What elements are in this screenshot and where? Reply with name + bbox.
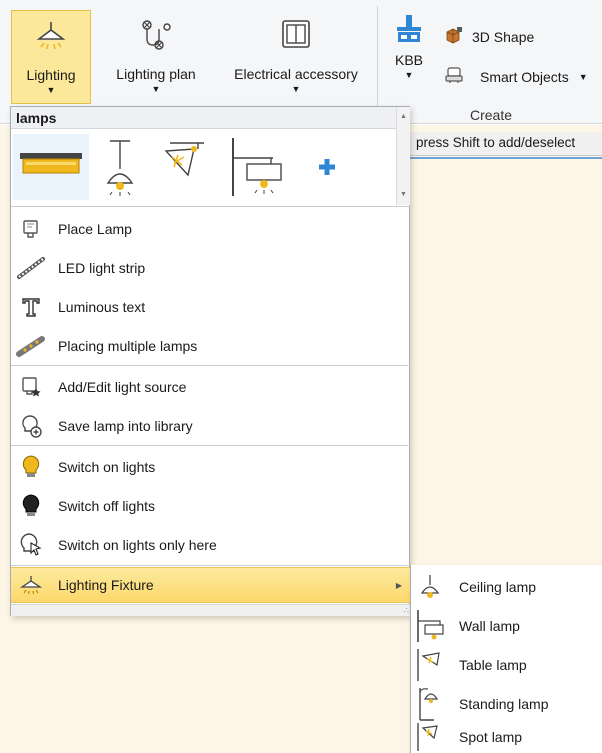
- submenu-label: Ceiling lamp: [459, 578, 537, 595]
- ceiling-lamp-icon: [11, 568, 51, 602]
- add-icon[interactable]: [307, 134, 347, 200]
- switch-on-lights-item[interactable]: Switch on lights: [11, 447, 410, 486]
- placing-multiple-lamps-item[interactable]: Placing multiple lamps: [11, 326, 410, 365]
- gallery-scrollbar[interactable]: ▲ ▼: [396, 107, 410, 205]
- chevron-down-icon: ▼: [46, 85, 56, 95]
- lighting-dropdown: lamps ▲ ▼ Place Lamp LED light strip Lum…: [10, 106, 410, 616]
- save-lamp-icon: [11, 406, 51, 445]
- flat-ceiling-lamp-icon[interactable]: [13, 134, 89, 200]
- table-lamp-item[interactable]: Table lamp: [411, 645, 602, 684]
- menu-separator: [11, 365, 410, 366]
- lighting-plan-label: Lighting plan: [116, 66, 196, 82]
- lighting-plan-button[interactable]: Lighting plan ▼: [104, 10, 208, 104]
- lighting-label: Lighting: [26, 67, 76, 83]
- bulb-off-icon: [11, 486, 51, 525]
- hint-divider: [410, 157, 602, 159]
- led-light-strip-item[interactable]: LED light strip: [11, 248, 410, 287]
- bulb-cursor-icon: [11, 525, 51, 564]
- add-edit-light-source-item[interactable]: Add/Edit light source: [11, 367, 410, 406]
- switch-on-lights-only-here-item[interactable]: Switch on lights only here: [11, 525, 410, 564]
- wall-lamp-icon[interactable]: [225, 134, 289, 200]
- hint-bar: press Shift to add/deselect: [410, 132, 602, 156]
- led-strip-icon: [11, 248, 51, 287]
- chevron-down-icon: ▼: [404, 70, 414, 80]
- menu-label: Luminous text: [58, 298, 146, 315]
- chevron-down-icon: ▼: [151, 84, 161, 94]
- menu-label: LED light strip: [58, 259, 146, 276]
- luminous-text-item[interactable]: Luminous text: [11, 287, 410, 326]
- menu-separator: [11, 445, 410, 446]
- chevron-down-icon: ▼: [291, 84, 301, 94]
- pendant-lamp-icon[interactable]: [99, 134, 141, 200]
- lighting-button[interactable]: Lighting ▼: [11, 10, 91, 104]
- kbb-label: KBB: [394, 52, 423, 68]
- chevron-right-icon: ▶: [395, 580, 402, 590]
- spot-lamp-icon: [411, 717, 449, 753]
- switch-off-lights-item[interactable]: Switch off lights: [11, 486, 410, 525]
- menu-label: Placing multiple lamps: [58, 337, 198, 354]
- lighting-fixture-item[interactable]: Lighting Fixture ▶: [11, 567, 410, 603]
- scroll-up-icon[interactable]: ▲: [400, 113, 407, 120]
- kbb-button[interactable]: KBB ▼: [386, 12, 432, 106]
- table-lamp-icon: [411, 645, 449, 684]
- 3d-shape-icon: [444, 26, 464, 47]
- electrical-socket-icon: [280, 14, 312, 54]
- menu-label: Switch off lights: [58, 497, 156, 514]
- spot-lamp-icon[interactable]: [159, 134, 209, 200]
- luminous-text-icon: [11, 287, 51, 326]
- dropdown-resize-bar[interactable]: ∴: [11, 604, 410, 616]
- ribbon-separator: [377, 6, 378, 120]
- resize-grip-icon[interactable]: ∴: [404, 606, 409, 615]
- menu-label: Switch on lights: [58, 458, 156, 475]
- menu-label: Add/Edit light source: [58, 378, 187, 395]
- bulb-on-icon: [11, 447, 51, 486]
- ceiling-lamp-item[interactable]: Ceiling lamp: [411, 567, 602, 606]
- menu-label: Lighting Fixture: [58, 577, 154, 593]
- multiple-lamps-icon: [11, 326, 51, 365]
- place-lamp-icon: [11, 209, 51, 248]
- menu-separator: [11, 206, 410, 207]
- lighting-plan-icon: [138, 14, 174, 54]
- lamp-gallery: [11, 130, 396, 205]
- smart-objects-icon: [444, 66, 464, 87]
- menu-label: Switch on lights only here: [58, 536, 217, 553]
- smart-objects-label: Smart Objects: [480, 68, 569, 85]
- ceiling-lamp-icon: [35, 15, 67, 55]
- 3d-shape-button[interactable]: 3D Shape: [444, 26, 534, 47]
- scroll-down-icon[interactable]: ▼: [400, 191, 407, 198]
- submenu-label: Standing lamp: [459, 695, 549, 712]
- submenu-label: Wall lamp: [459, 617, 520, 634]
- submenu-label: Table lamp: [459, 656, 527, 673]
- gallery-header: lamps: [11, 107, 396, 129]
- wall-lamp-icon: [411, 606, 449, 645]
- light-source-icon: [11, 367, 51, 406]
- 3d-shape-label: 3D Shape: [472, 28, 535, 45]
- place-lamp-item[interactable]: Place Lamp: [11, 209, 410, 248]
- save-lamp-into-library-item[interactable]: Save lamp into library: [11, 406, 410, 445]
- menu-label: Save lamp into library: [58, 417, 193, 434]
- ceiling-lamp-icon: [411, 567, 449, 606]
- lighting-fixture-submenu: Ceiling lamp Wall lamp Table lamp Standi…: [410, 565, 602, 753]
- create-group-label: Create: [470, 107, 513, 123]
- menu-label: Place Lamp: [58, 220, 132, 237]
- electrical-accessory-button[interactable]: Electrical accessory ▼: [222, 10, 370, 104]
- smart-objects-button[interactable]: Smart Objects ▼: [444, 66, 588, 87]
- submenu-label: Spot lamp: [459, 728, 523, 745]
- menu-separator: [11, 565, 410, 566]
- spot-lamp-item[interactable]: Spot lamp: [411, 717, 602, 753]
- kbb-icon: [393, 14, 425, 44]
- chevron-down-icon: ▼: [578, 71, 588, 82]
- wall-lamp-item[interactable]: Wall lamp: [411, 606, 602, 645]
- electrical-accessory-label: Electrical accessory: [234, 66, 358, 82]
